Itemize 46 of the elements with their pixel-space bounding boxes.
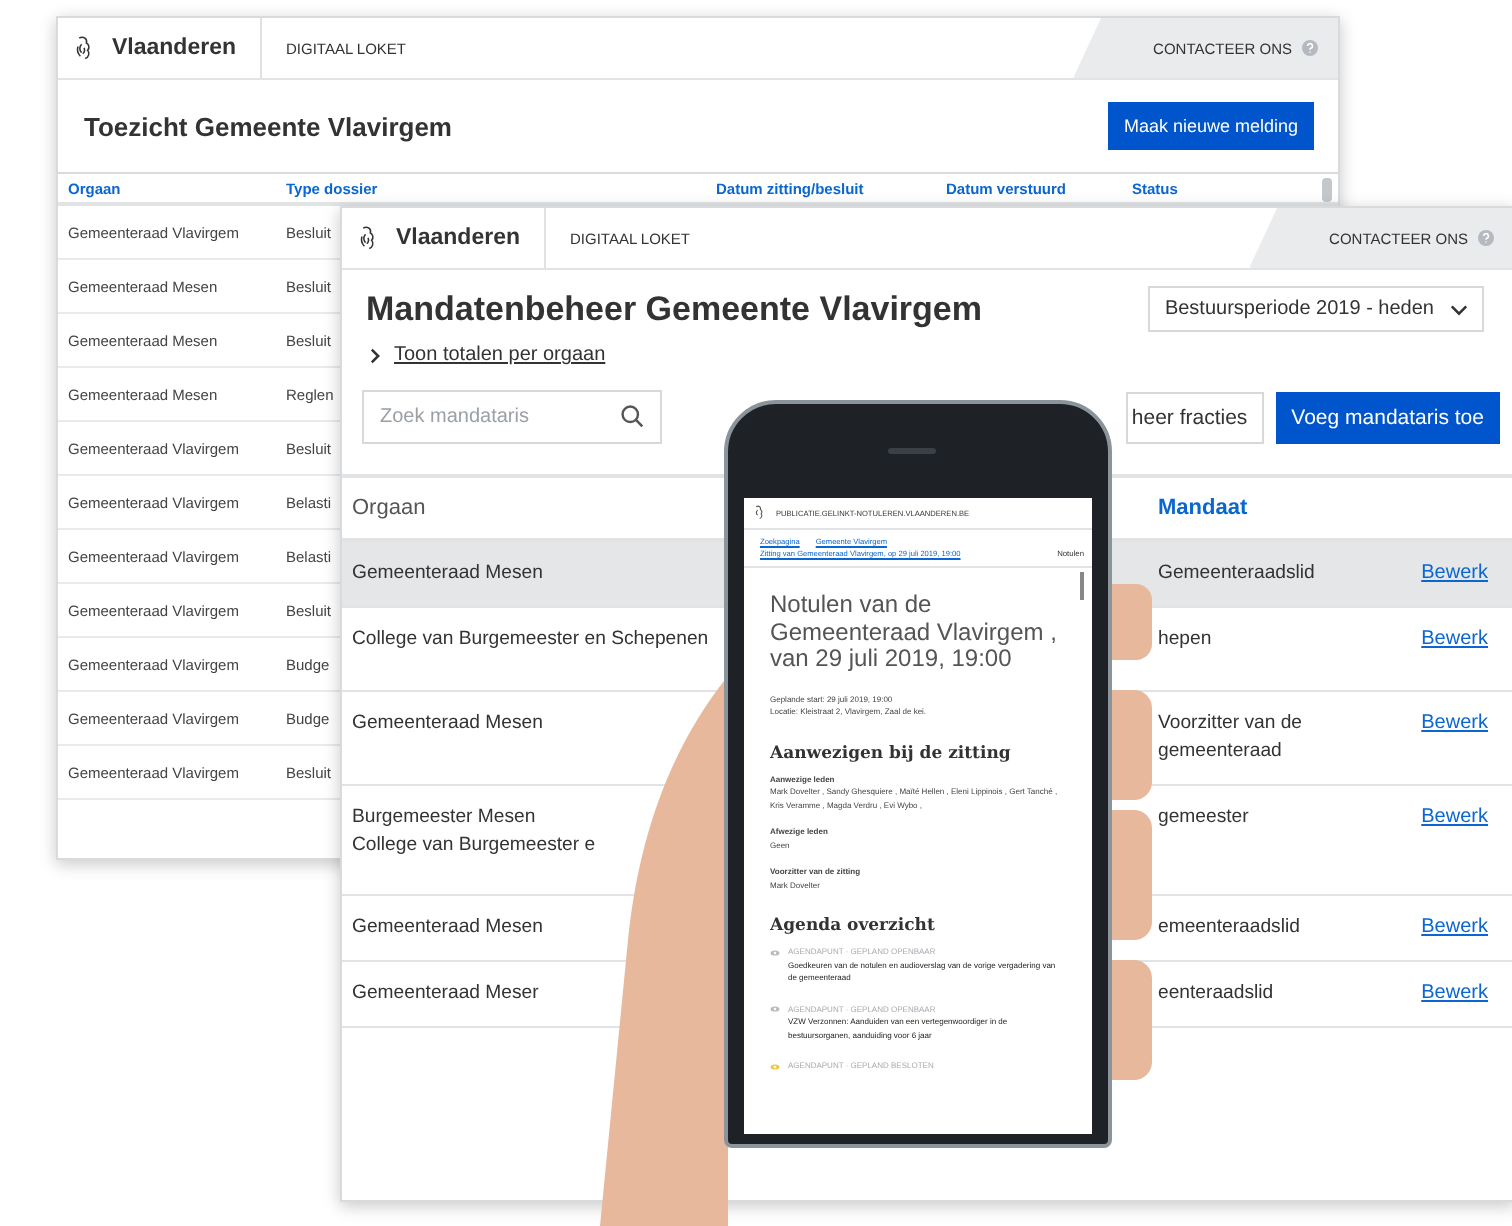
toggle-link[interactable]: Toon totalen per orgaan: [394, 344, 606, 366]
manage-factions-button[interactable]: heer fracties: [1125, 391, 1264, 443]
table-cell-text: gemeester: [1158, 804, 1251, 832]
column-header[interactable]: Orgaan: [352, 496, 426, 520]
help-icon: [1302, 40, 1318, 56]
table-cell: Burgemeester Mesen: [352, 804, 536, 832]
column-header[interactable]: Mandaat: [1158, 496, 1248, 520]
table-cell-text: Gemeenteraadslid: [1158, 560, 1317, 588]
table-cell-text: eenteraadslid: [1158, 980, 1276, 1008]
add-mandatary-button[interactable]: Voeg mandataris toe: [1275, 391, 1500, 443]
table-cell-text: Voorzitter van de gemeenteraad: [1158, 710, 1304, 766]
period-dropdown[interactable]: Bestuursperiode 2019 - heden: [1148, 286, 1484, 332]
page-title: Mandatenbeheer Gemeente Vlavirgem: [366, 289, 983, 329]
logo-icon: [356, 223, 380, 253]
brand-name: Vlaanderen: [396, 208, 546, 268]
table-cell: College van Burgemeester e: [352, 832, 596, 860]
scrollbar-thumb[interactable]: [1322, 178, 1332, 202]
section-heading: Aanwezigen bij de zitting: [770, 743, 1013, 763]
logo-icon: [72, 33, 96, 63]
page-title: Toezicht Gemeente Vlavirgem: [84, 111, 452, 141]
edit-link[interactable]: Bewerk: [1421, 710, 1488, 738]
speaker-grille: [888, 448, 936, 454]
edit-link[interactable]: Bewerk: [1421, 980, 1488, 1008]
search-icon: [620, 404, 644, 428]
scrollbar-thumb[interactable]: [1080, 572, 1084, 600]
table-cell: Gemeenteraad Mesen: [352, 710, 543, 738]
brand-name: Vlaanderen: [112, 18, 262, 78]
edit-link[interactable]: Bewerk: [1421, 804, 1488, 832]
chevron-right-icon: [370, 347, 380, 363]
table-cell: Gemeenteraad Mesen: [352, 914, 543, 942]
new-report-button[interactable]: Maak nieuwe melding: [1107, 102, 1314, 150]
table-cell-text: emeenteraadslid: [1158, 914, 1302, 942]
help-icon: [1478, 230, 1494, 246]
eye-icon: [770, 949, 780, 956]
chevron-down-icon: [1450, 303, 1468, 315]
edit-link[interactable]: Bewerk: [1421, 914, 1488, 942]
table-cell: Gemeenteraad Meser: [352, 980, 539, 1008]
eye-icon: [770, 1006, 780, 1013]
search-field[interactable]: Zoek mandataris: [362, 390, 662, 444]
section-heading: Agenda overzicht: [770, 916, 937, 936]
document-title: Notulen van de Gemeenteraad Vlavirgem , van 29 juli 2019, 19:00: [770, 592, 1059, 673]
logo-icon: [752, 504, 766, 522]
table-cell-text: hepen: [1158, 626, 1214, 654]
table-cell: College van Burgemeester en Schepenen: [352, 626, 709, 654]
edit-link[interactable]: Bewerk: [1421, 626, 1488, 654]
edit-link[interactable]: Bewerk: [1421, 560, 1488, 588]
